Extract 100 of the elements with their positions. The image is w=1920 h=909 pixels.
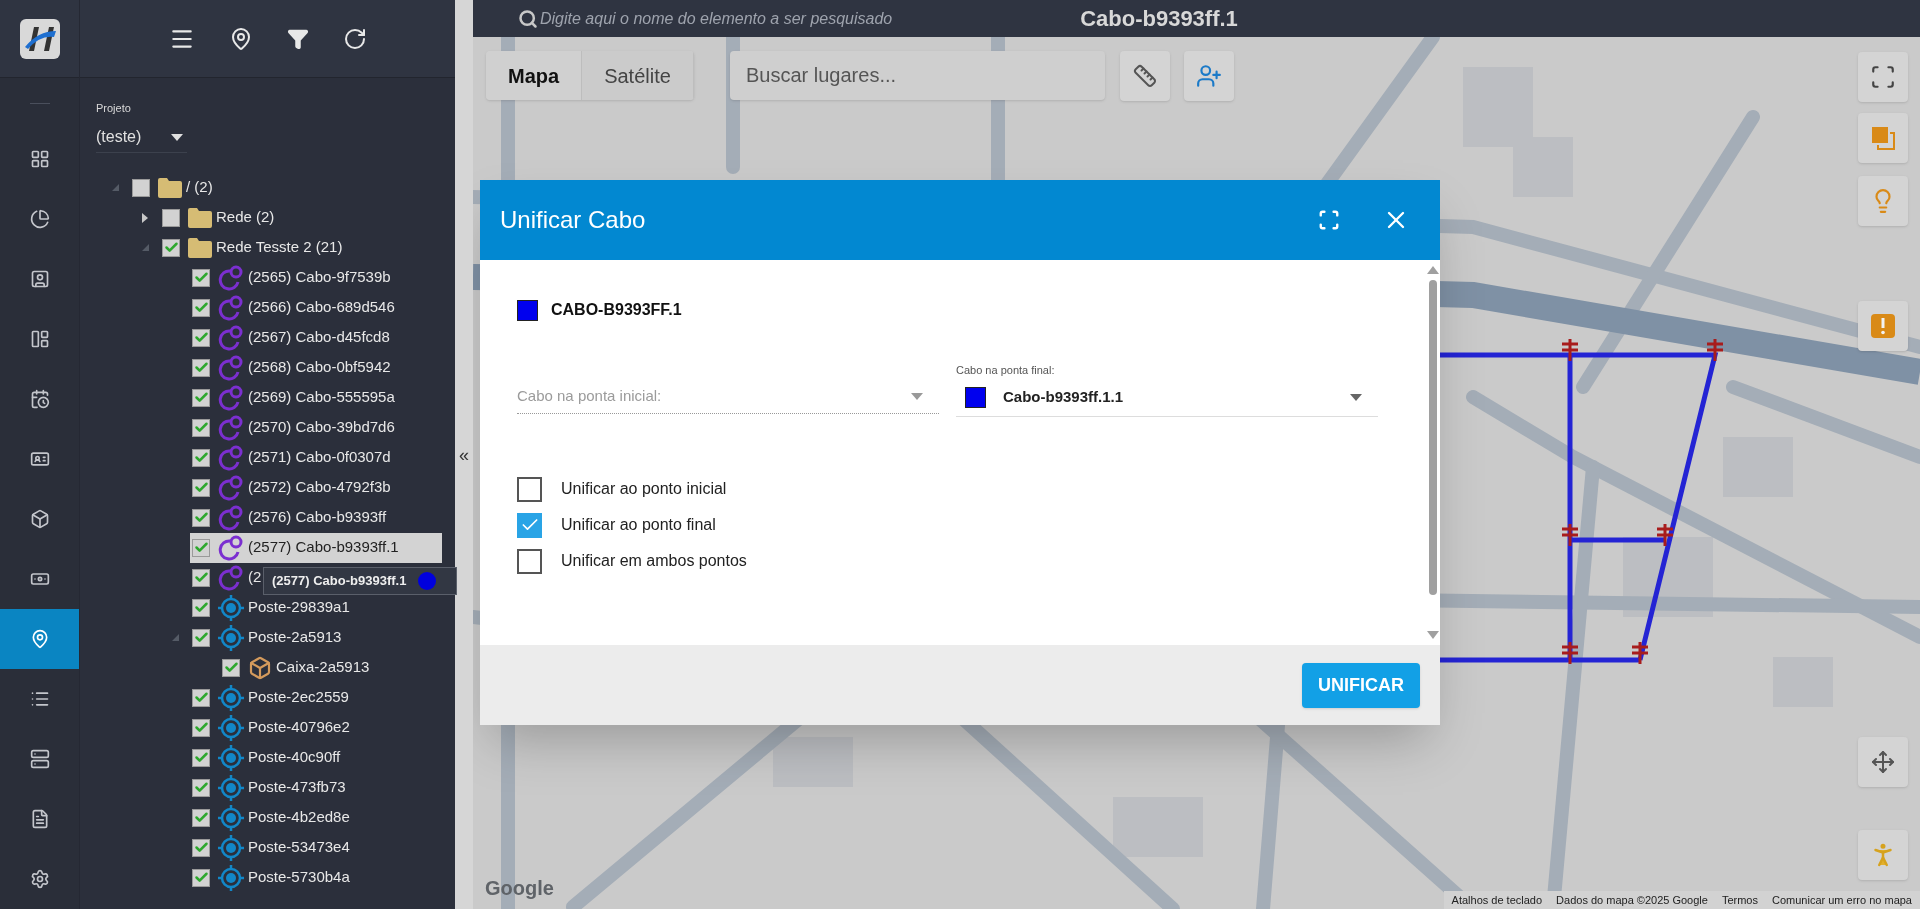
cable-icon	[218, 504, 244, 531]
checkbox[interactable]	[192, 688, 210, 707]
checkbox[interactable]	[162, 208, 180, 227]
checkbox[interactable]	[192, 778, 210, 797]
tree-row[interactable]: Poste-2a5913	[190, 622, 442, 653]
checkbox[interactable]	[192, 478, 210, 497]
tree-row[interactable]: Poste-29839a1	[190, 592, 442, 623]
checkbox[interactable]	[192, 418, 210, 437]
tree-row[interactable]: (2570) Cabo-39bd7d6	[190, 412, 442, 443]
checkbox[interactable]	[222, 658, 240, 677]
settings-icon	[29, 869, 50, 889]
crosshair-icon	[218, 774, 244, 801]
checkbox[interactable]	[192, 538, 210, 557]
list-icon	[29, 689, 50, 709]
scroll-down-icon[interactable]	[1427, 631, 1439, 639]
tree-row[interactable]: Rede Tesste 2 (21)	[160, 232, 442, 263]
checkbox[interactable]	[192, 838, 210, 857]
tree-row[interactable]: (2566) Cabo-689d546	[190, 292, 442, 323]
tree-label: (2566) Cabo-689d546	[248, 297, 395, 318]
check-icon	[193, 540, 209, 555]
end-cable-label: Cabo na ponta final:	[956, 363, 1055, 378]
end-cable-select[interactable]: Cabo-b9393ff.1.1	[956, 378, 1378, 417]
tree-row[interactable]: Poste-40c90ff	[190, 742, 442, 773]
tree-row[interactable]: (2572) Cabo-4792f3b	[190, 472, 442, 503]
tree-row[interactable]: Poste-5730b4a	[190, 862, 442, 893]
check-icon	[193, 270, 209, 285]
checkbox[interactable]	[192, 298, 210, 317]
checkbox[interactable]	[192, 268, 210, 287]
check-icon	[193, 780, 209, 795]
pan-button[interactable]	[1858, 737, 1908, 787]
map-footer-link[interactable]: Atalhos de teclado	[1451, 891, 1543, 909]
check-icon	[193, 300, 209, 315]
map-footer-link[interactable]: Comunicar um erro no mapa	[1772, 891, 1912, 909]
checkbox[interactable]	[192, 358, 210, 377]
checkbox[interactable]	[132, 178, 150, 197]
tree-row[interactable]: Poste-40796e2	[190, 712, 442, 743]
ruler-button[interactable]	[1120, 51, 1170, 101]
scroll-up-icon[interactable]	[1427, 266, 1439, 274]
checkbox[interactable]	[517, 512, 542, 538]
map-footer-link[interactable]: Dados do mapa ©2025 Google	[1556, 891, 1708, 909]
tree-row[interactable]: (2576) Cabo-b9393ff	[190, 502, 442, 533]
cube-icon	[29, 509, 50, 529]
tree-row[interactable]: (2565) Cabo-9f7539b	[190, 262, 442, 293]
filter-icon	[286, 27, 309, 50]
collapse-handle[interactable]: «	[459, 445, 469, 464]
map-type-tab[interactable]: Satélite	[582, 51, 694, 100]
dialog-title: Unificar Cabo	[500, 205, 646, 235]
add-user-button[interactable]	[1184, 51, 1234, 101]
contact-icon	[29, 269, 50, 289]
crosshair-icon	[218, 834, 244, 861]
project-select[interactable]: (teste)	[96, 122, 187, 153]
tree-row[interactable]: Caixa-2a5913	[220, 652, 442, 683]
checkbox[interactable]	[192, 388, 210, 407]
checkbox[interactable]	[192, 328, 210, 347]
map-type-tab[interactable]: Mapa	[486, 51, 583, 100]
scrollbar-thumb[interactable]	[1429, 280, 1437, 595]
tree-row[interactable]: (2571) Cabo-0f0307d	[190, 442, 442, 473]
crosshair-icon	[218, 624, 244, 651]
check-icon	[193, 420, 209, 435]
checkbox[interactable]	[162, 238, 180, 257]
tree-row[interactable]: Poste-4b2ed8e	[190, 802, 442, 833]
tooltip-text: (2577) Cabo-b9393ff.1	[272, 572, 407, 591]
checkbox[interactable]	[192, 718, 210, 737]
cable-color-swatch	[965, 386, 986, 408]
checkbox[interactable]	[192, 628, 210, 647]
checkbox[interactable]	[192, 568, 210, 587]
tree-row[interactable]: Poste-53473e4	[190, 832, 442, 863]
tree-label: Poste-4b2ed8e	[248, 807, 350, 828]
checkbox[interactable]	[192, 868, 210, 887]
tree-label: (2576) Cabo-b9393ff	[248, 507, 387, 528]
tree-label: (2	[248, 567, 262, 588]
check-icon	[193, 570, 209, 585]
grid-icon	[29, 149, 50, 169]
checkbox[interactable]	[192, 748, 210, 767]
tree-row[interactable]: (2567) Cabo-d45fcd8	[190, 322, 442, 353]
checkbox[interactable]	[192, 808, 210, 827]
place-search-field[interactable]: Buscar lugares...	[730, 51, 1105, 100]
tree-row[interactable]: (2569) Cabo-555595a	[190, 382, 442, 413]
checkbox[interactable]	[192, 448, 210, 467]
folder-icon	[188, 237, 212, 258]
element-search-field[interactable]: Digite aqui o nome do elemento a ser pesquisado	[540, 6, 950, 31]
check-icon	[193, 330, 209, 345]
checkbox[interactable]	[192, 508, 210, 527]
checkbox[interactable]	[517, 476, 542, 502]
selected-tree-row[interactable]: (2577) Cabo-b9393ff.1	[190, 532, 442, 563]
checkbox[interactable]	[192, 598, 210, 617]
app-logo-icon	[19, 18, 60, 59]
add-user-icon	[1196, 63, 1222, 89]
tree-row[interactable]: Poste-473fb73	[190, 772, 442, 803]
fullscreen-button[interactable]	[1858, 52, 1908, 102]
collapsed-icon[interactable]	[142, 212, 148, 223]
tree-row[interactable]: (2568) Cabo-0bf5942	[190, 352, 442, 383]
map-footer-link[interactable]: Termos	[1721, 891, 1758, 909]
cable-name: CABO-B9393FF.1	[551, 300, 682, 320]
tree-row[interactable]: Poste-2ec2559	[190, 682, 442, 713]
tree-label: (2572) Cabo-4792f3b	[248, 477, 391, 498]
checkbox[interactable]	[517, 548, 542, 574]
tree-row[interactable]: Rede (2)	[160, 202, 442, 233]
refresh-icon	[342, 26, 367, 51]
tree-row[interactable]: / (2)	[130, 172, 442, 203]
